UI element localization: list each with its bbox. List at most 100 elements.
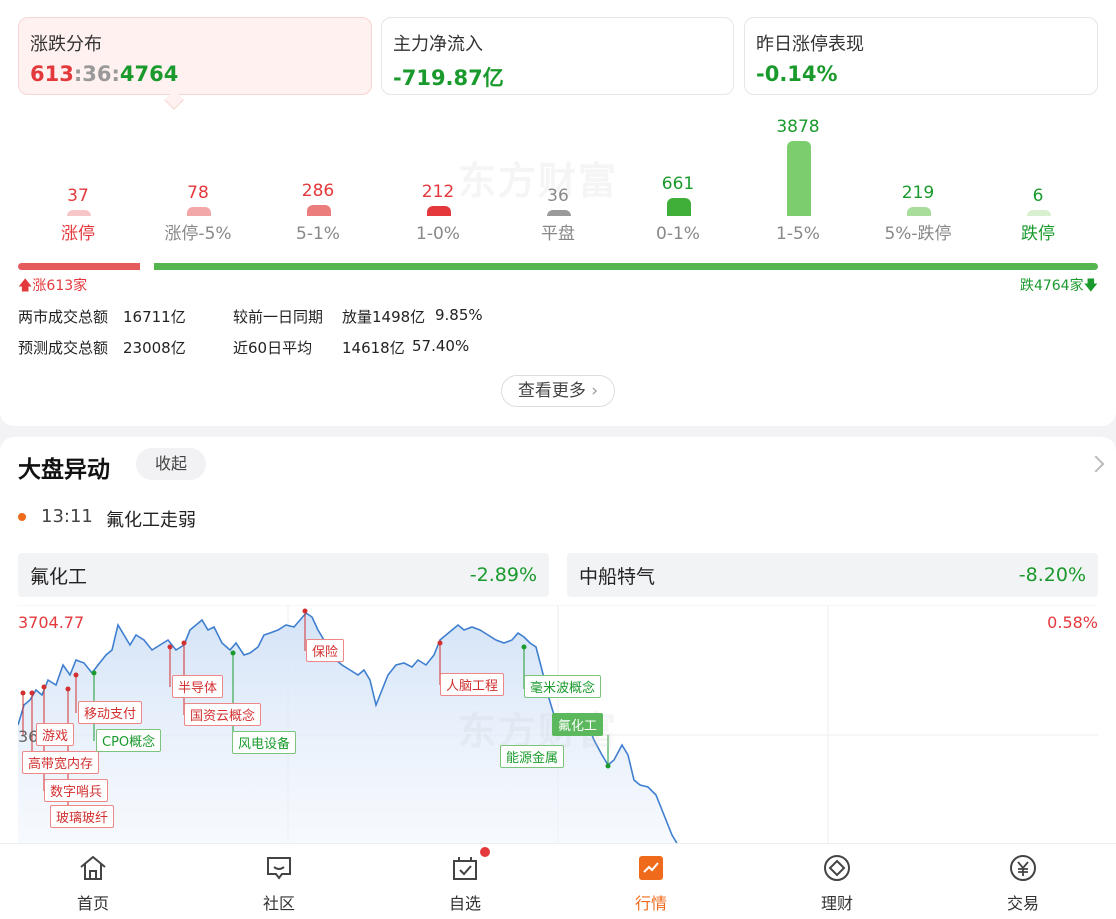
home-icon bbox=[80, 855, 106, 880]
chart-annotation[interactable]: 人脑工程 bbox=[440, 673, 505, 696]
avg60-value: 14618亿 bbox=[342, 339, 405, 357]
event-marker bbox=[65, 686, 71, 692]
rise-fall-card[interactable]: 涨跌分布 613:36:4764 bbox=[18, 17, 372, 95]
fall-total-text: 跌4764家 bbox=[1019, 278, 1084, 294]
rise-fall-distribution: 东方财富 37 涨停 78 涨停-5% 286 5-1% 212 1-0% 36 平盘 661 0-1… bbox=[18, 110, 1098, 250]
event-text: 氟化工走弱 bbox=[106, 510, 196, 531]
distribution-label: 涨停-5% bbox=[164, 224, 232, 244]
sector-card-special-gas[interactable]: 中船特气 -8.20% bbox=[567, 553, 1098, 597]
rise-fall-ratio-bar bbox=[18, 263, 1098, 270]
distribution-label: 5%-跌停 bbox=[884, 224, 952, 244]
chart-annotation[interactable]: 国资云概念 bbox=[184, 703, 262, 726]
chart-annotation[interactable]: 玻璃玻纤 bbox=[50, 805, 115, 828]
trade-icon bbox=[1010, 855, 1036, 881]
intraday-chart[interactable]: 东方财富 3704.77 36 0.58% 游戏高带宽内存数字哨兵玻璃玻纤移动支… bbox=[18, 605, 1098, 845]
compare-label: 较前一日同期 bbox=[233, 308, 324, 326]
distribution-count: 3878 bbox=[776, 117, 820, 137]
view-more-label: 查看更多 bbox=[517, 381, 586, 401]
chart-annotation[interactable]: 数字哨兵 bbox=[44, 779, 109, 802]
collapse-button[interactable]: 收起 bbox=[136, 448, 206, 480]
distribution-column[interactable]: 212 1-0% bbox=[378, 110, 498, 250]
chart-annotation[interactable]: CPO概念 bbox=[96, 729, 162, 752]
distribution-label: 1-5% bbox=[776, 224, 820, 244]
distribution-bar bbox=[427, 206, 451, 216]
distribution-label: 1-0% bbox=[416, 224, 460, 244]
distribution-bar bbox=[667, 198, 691, 216]
fall-total-label: 跌4764家🡇 bbox=[1020, 275, 1098, 299]
main-inflow-card[interactable]: 主力净流入 -719.87亿 bbox=[381, 17, 734, 95]
distribution-column[interactable]: 78 涨停-5% bbox=[138, 110, 258, 250]
bottom-tab-bar: 首页 社区 自选 行情 理财 交易 bbox=[0, 843, 1116, 919]
chart-annotation[interactable]: 保险 bbox=[306, 639, 345, 662]
distribution-column[interactable]: 6 跌停 bbox=[978, 110, 1098, 250]
distribution-count: 37 bbox=[67, 186, 89, 206]
distribution-bar bbox=[547, 210, 571, 216]
distribution-bar bbox=[307, 205, 331, 216]
chart-annotation[interactable]: 风电设备 bbox=[232, 731, 297, 754]
tab-label: 社区 bbox=[262, 894, 295, 913]
tab-community[interactable]: 社区 bbox=[186, 844, 372, 919]
tab-market[interactable]: 行情 bbox=[558, 844, 744, 919]
distribution-count: 661 bbox=[661, 174, 695, 194]
distribution-bar bbox=[187, 207, 211, 216]
chart-annotation[interactable]: 移动支付 bbox=[78, 701, 143, 724]
distribution-count: 286 bbox=[301, 181, 335, 201]
event-marker bbox=[41, 684, 47, 690]
avg60-pct: 57.40% bbox=[412, 337, 470, 355]
compare-value: 放量1498亿 bbox=[342, 308, 426, 326]
event-marker bbox=[181, 640, 187, 646]
tab-label: 交易 bbox=[1006, 894, 1039, 913]
event-marker bbox=[20, 690, 26, 696]
distribution-column[interactable]: 3878 1-5% bbox=[738, 110, 858, 250]
tab-watchlist[interactable]: 自选 bbox=[372, 844, 558, 919]
wealth-icon bbox=[824, 855, 850, 881]
view-more-button[interactable]: 查看更多 › bbox=[501, 375, 615, 407]
chart-annotation[interactable]: 游戏 bbox=[36, 723, 75, 746]
sector-card-fluorochemical[interactable]: 氟化工 -2.89% bbox=[18, 553, 549, 597]
distribution-column[interactable]: 286 5-1% bbox=[258, 110, 378, 250]
chart-annotation[interactable]: 高带宽内存 bbox=[22, 751, 100, 774]
fall-ratio-fill bbox=[154, 263, 1098, 270]
sector-pct: -2.89% bbox=[469, 564, 537, 586]
tab-label: 首页 bbox=[76, 894, 109, 913]
distribution-bar bbox=[67, 210, 91, 216]
distribution-label: 0-1% bbox=[656, 224, 700, 244]
event-time: 13:11 bbox=[41, 506, 93, 527]
tab-trade[interactable]: 交易 bbox=[930, 844, 1116, 919]
rise-count: 613 bbox=[30, 62, 74, 86]
distribution-column[interactable]: 37 涨停 bbox=[18, 110, 138, 250]
up-arrow-icon: 🡅 bbox=[18, 278, 33, 294]
limit-up-performance-card[interactable]: 昨日涨停表现 -0.14% bbox=[744, 17, 1098, 95]
distribution-count: 36 bbox=[547, 186, 569, 206]
tab-label: 理财 bbox=[820, 894, 853, 913]
distribution-label: 平盘 bbox=[541, 224, 575, 244]
distribution-bar bbox=[787, 141, 811, 216]
forecast-volume-label: 预测成交总额 bbox=[18, 339, 109, 357]
chart-annotation[interactable]: 能源金属 bbox=[500, 745, 565, 768]
limit-up-performance-label: 昨日涨停表现 bbox=[756, 34, 864, 55]
forecast-volume-value: 23008亿 bbox=[123, 339, 186, 357]
tab-home[interactable]: 首页 bbox=[0, 844, 186, 919]
tab-wealth[interactable]: 理财 bbox=[744, 844, 930, 919]
distribution-count: 219 bbox=[901, 183, 935, 203]
compare-pct: 9.85% bbox=[435, 306, 483, 324]
event-marker bbox=[91, 670, 97, 676]
distribution-column[interactable]: 219 5%-跌停 bbox=[858, 110, 978, 250]
distribution-bar bbox=[1027, 210, 1051, 216]
event-marker bbox=[73, 672, 79, 678]
community-icon bbox=[267, 857, 291, 880]
fall-count: 4764 bbox=[119, 62, 179, 86]
event-marker bbox=[437, 640, 443, 646]
event-dot-icon bbox=[18, 513, 26, 521]
chart-annotation[interactable]: 半导体 bbox=[172, 675, 224, 698]
distribution-column[interactable]: 36 平盘 bbox=[498, 110, 618, 250]
ratio-sep: : bbox=[111, 62, 120, 86]
down-arrow-icon: 🡇 bbox=[1083, 278, 1098, 294]
chart-annotation[interactable]: 氟化工 bbox=[552, 713, 604, 736]
total-volume-label: 两市成交总额 bbox=[18, 308, 109, 326]
chart-annotation[interactable]: 毫米波概念 bbox=[524, 675, 602, 698]
distribution-column[interactable]: 661 0-1% bbox=[618, 110, 738, 250]
sector-name: 氟化工 bbox=[30, 565, 88, 588]
rise-total-label: 🡅涨613家 bbox=[18, 275, 87, 299]
event-marker bbox=[605, 763, 611, 769]
